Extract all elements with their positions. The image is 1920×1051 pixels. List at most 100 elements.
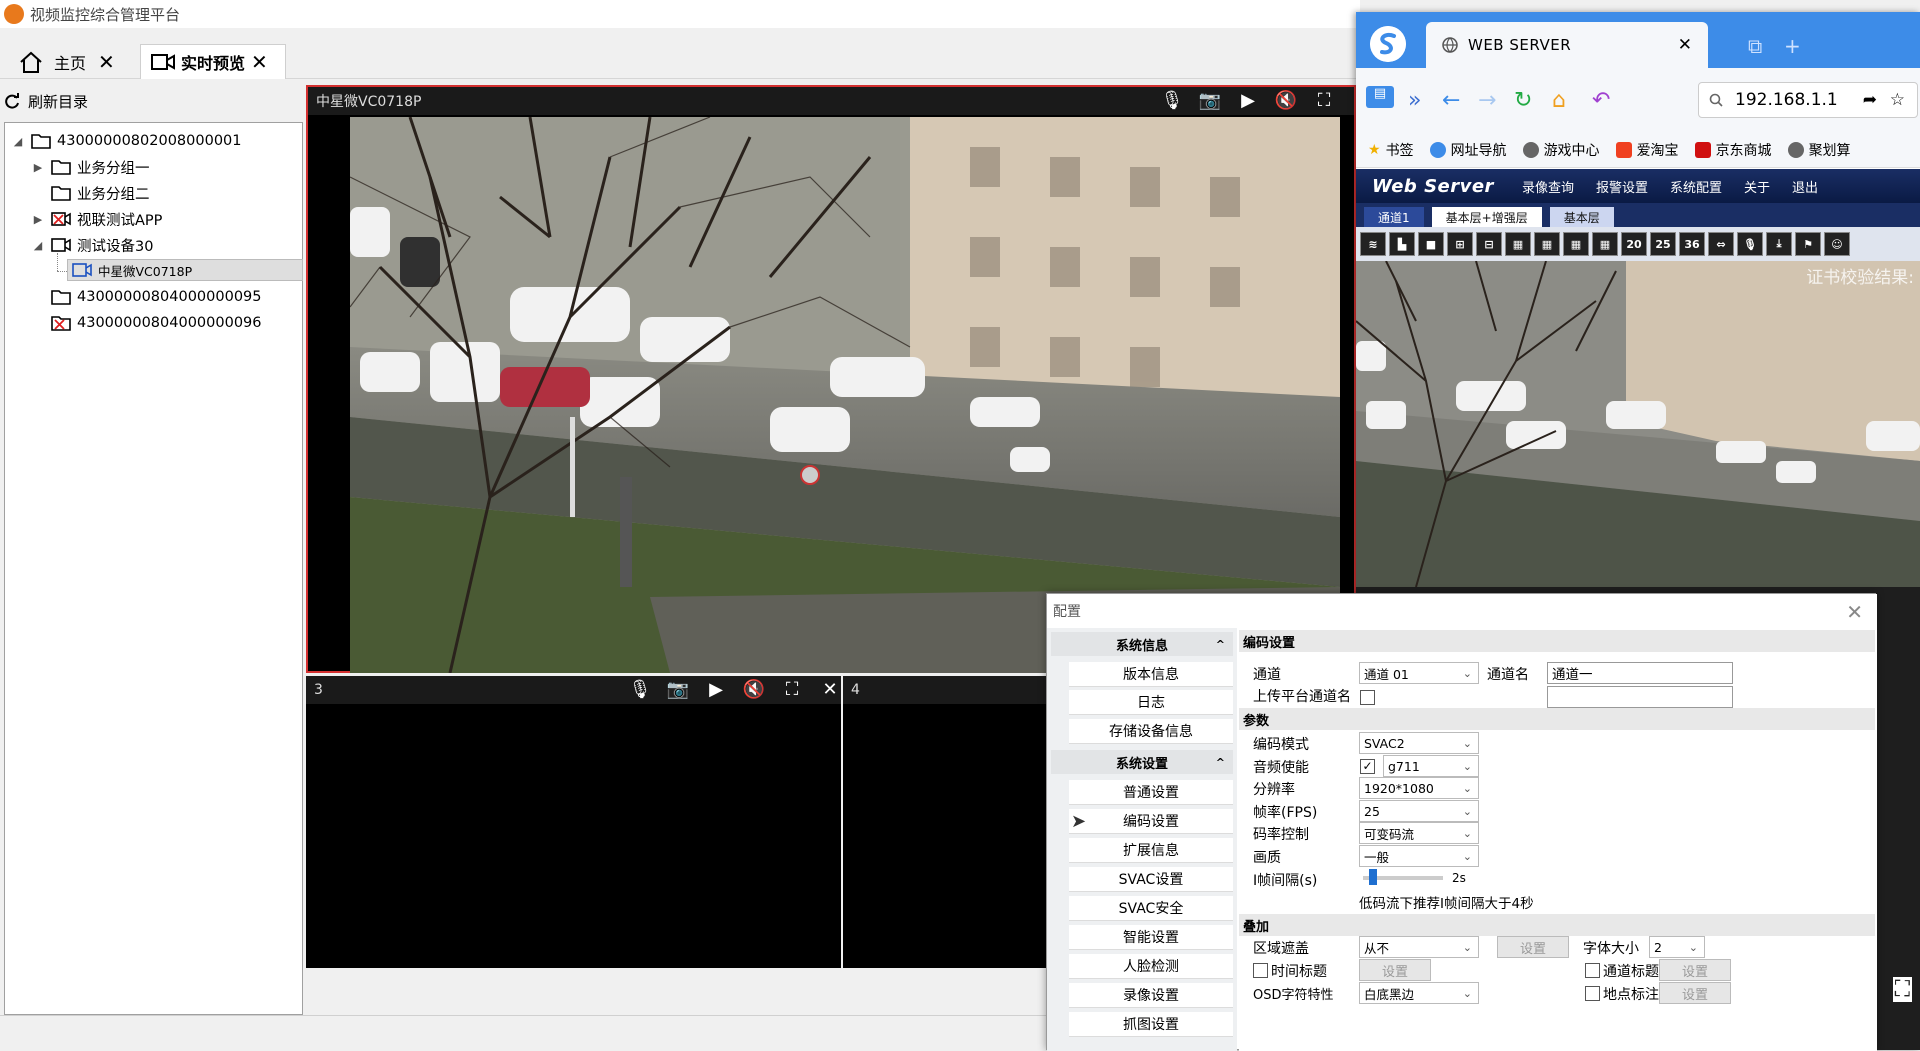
layout-36-button[interactable]: 36	[1679, 232, 1705, 256]
osd-select[interactable]: 白底黑边 ⌄	[1359, 982, 1479, 1004]
group-system-info[interactable]: 系统信息 ^	[1051, 632, 1233, 656]
nav-general-settings[interactable]: 普通设置	[1069, 780, 1233, 805]
share-icon[interactable]: ➦	[1863, 90, 1877, 110]
video-icon[interactable]: ▶	[704, 679, 728, 700]
font-size-select[interactable]: 2 ⌄	[1649, 936, 1705, 958]
nav-svac-settings[interactable]: SVAC设置	[1069, 867, 1233, 892]
config-dialog[interactable]: 配置 ✕ 系统信息 ^ 版本信息 日志 存储设备信息 系统设置 ^ 普通设置 编码设…	[1046, 593, 1877, 1051]
region-mask-set-button[interactable]: 设置	[1497, 936, 1569, 958]
tree-node-camera[interactable]: 中星微VC0718P	[67, 259, 303, 281]
expand-arrow-icon[interactable]: ◢	[31, 239, 45, 252]
tab-home[interactable]: 主页 ✕	[8, 44, 132, 79]
flag-icon[interactable]: ⚑	[1795, 232, 1821, 256]
channel-title-set-button[interactable]: 设置	[1659, 959, 1731, 981]
upload-name-checkbox[interactable]	[1360, 690, 1375, 705]
download-icon[interactable]: ⤓	[1766, 232, 1792, 256]
camera-icon[interactable]: 📷	[1198, 90, 1222, 111]
channel-title-checkbox[interactable]	[1585, 963, 1600, 978]
subtab-base-enhanced[interactable]: 基本层+增强层	[1431, 207, 1542, 227]
layout-8-icon[interactable]: ▦	[1505, 232, 1531, 256]
layout-6-icon[interactable]: ⊟	[1476, 232, 1502, 256]
audio-enable-checkbox[interactable]: ✓	[1360, 759, 1375, 774]
audio-codec-select[interactable]: g711 ⌄	[1383, 755, 1479, 777]
bookmark-item[interactable]: 京东商城	[1694, 140, 1772, 160]
channel-name-input[interactable]: 通道一	[1547, 662, 1733, 684]
nav-snapshot-settings[interactable]: 抓图设置	[1069, 1012, 1233, 1037]
video-icon[interactable]: ▶	[1236, 90, 1260, 111]
close-icon[interactable]: ✕	[1678, 35, 1692, 55]
fit-icon[interactable]: ⇔	[1708, 232, 1734, 256]
resolution-select[interactable]: 1920*1080 ⌄	[1359, 777, 1479, 799]
fps-select[interactable]: 25 ⌄	[1359, 800, 1479, 822]
nav-face-detection[interactable]: 人脸检测	[1069, 954, 1233, 979]
undo-icon[interactable]: ↶	[1592, 88, 1610, 113]
fullscreen-icon[interactable]: ⛶	[1892, 977, 1912, 1002]
collapse-arrow-icon[interactable]: ▶	[31, 161, 45, 174]
layout-16-icon[interactable]: ▦	[1592, 232, 1618, 256]
fullscreen-icon[interactable]: ⛶	[780, 679, 804, 700]
video-pane-main[interactable]: 中星微VC0718P 🎙 📷 ▶ 🔇 ⛶ ✕	[306, 85, 1370, 673]
close-icon[interactable]: ✕	[251, 52, 268, 72]
expand-arrow-icon[interactable]: ◢	[11, 135, 25, 148]
nav-storage-info[interactable]: 存储设备信息	[1069, 719, 1233, 744]
layout-20-button[interactable]: 20	[1621, 232, 1647, 256]
tab-list-icon[interactable]: ⧉	[1748, 34, 1762, 58]
nav-log[interactable]: 日志	[1069, 690, 1233, 715]
browser-tab-webserver[interactable]: WEB SERVER ✕	[1426, 22, 1708, 68]
bookmark-item[interactable]: 网址导航	[1429, 140, 1507, 160]
back-icon[interactable]: ←	[1442, 88, 1460, 113]
address-bar[interactable]: 192.168.1.1 ➦ ☆	[1698, 82, 1918, 118]
nav-record-settings[interactable]: 录像设置	[1069, 983, 1233, 1008]
menu-about[interactable]: 关于	[1744, 177, 1770, 196]
fullscreen-icon[interactable]: ⛶	[1312, 90, 1336, 111]
bookmark-item[interactable]: 聚划算	[1787, 140, 1851, 160]
tree-node-app[interactable]: ▶ 视联测试APP	[31, 207, 162, 231]
layout-1-icon[interactable]: ▙	[1389, 232, 1415, 256]
bitrate-control-select[interactable]: 可变码流 ⌄	[1359, 822, 1479, 844]
nav-version-info[interactable]: 版本信息	[1069, 662, 1233, 687]
video-pane-3[interactable]: 3 🎙 📷 ▶ 🔇 ⛶ ✕	[306, 676, 841, 968]
nav-extended-info[interactable]: 扩展信息	[1069, 838, 1233, 863]
encode-mode-select[interactable]: SVAC2 ⌄	[1359, 732, 1479, 754]
group-system-settings[interactable]: 系统设置 ^	[1051, 750, 1233, 774]
location-label-checkbox[interactable]	[1585, 986, 1600, 1001]
layout-single-icon[interactable]: ■	[1418, 232, 1444, 256]
tree-node-root[interactable]: ◢ 43000000802008000001	[11, 129, 242, 153]
mic-off-icon[interactable]: 🎙	[1160, 90, 1184, 111]
time-title-set-button[interactable]: 设置	[1359, 959, 1431, 981]
device-tree[interactable]: ◢ 43000000802008000001 ▶ 业务分组一 业务分组二 ▶ 视…	[4, 122, 303, 1015]
layout-4-icon[interactable]: ⊞	[1447, 232, 1473, 256]
bookmark-item[interactable]: ★ 书签	[1368, 140, 1414, 160]
nav-encoding-settings[interactable]: 编码设置	[1069, 809, 1233, 834]
tree-node-group1[interactable]: ▶ 业务分组一	[31, 155, 150, 179]
quality-select[interactable]: 一般 ⌄	[1359, 845, 1479, 867]
channel-select[interactable]: 通道 01 ⌄	[1359, 662, 1479, 684]
home-icon[interactable]: ⌂	[1552, 88, 1566, 113]
double-chevron-icon[interactable]: »	[1408, 88, 1421, 113]
close-icon[interactable]: ✕	[1846, 600, 1863, 624]
menu-system-config[interactable]: 系统配置	[1670, 177, 1722, 196]
layout-9-icon[interactable]: ▦	[1534, 232, 1560, 256]
slider-handle[interactable]	[1368, 869, 1377, 885]
mute-icon[interactable]: 🔇	[742, 679, 766, 700]
close-icon[interactable]: ✕	[818, 679, 842, 700]
tree-node-group2[interactable]: 业务分组二	[31, 181, 150, 205]
bookmark-item[interactable]: 游戏中心	[1522, 140, 1600, 160]
region-mask-select[interactable]: 从不 ⌄	[1359, 936, 1479, 958]
location-set-button[interactable]: 设置	[1659, 982, 1731, 1004]
mute-icon[interactable]: 🔇	[1274, 90, 1298, 111]
layout-25-button[interactable]: 25	[1650, 232, 1676, 256]
tree-node-096[interactable]: 43000000804000000096	[31, 311, 262, 335]
reload-icon[interactable]: ↻	[1514, 88, 1532, 113]
subtab-channel1[interactable]: 通道1	[1364, 207, 1424, 227]
tree-node-device30[interactable]: ◢ 测试设备30	[31, 233, 153, 257]
time-title-checkbox[interactable]	[1253, 963, 1268, 978]
subtab-base[interactable]: 基本层	[1549, 207, 1614, 227]
new-tab-icon[interactable]: +	[1784, 34, 1801, 58]
tree-node-095[interactable]: 43000000804000000095	[31, 285, 262, 309]
refresh-directory-button[interactable]: 刷新目录	[4, 86, 304, 116]
stream-icon[interactable]: ≋	[1360, 232, 1386, 256]
upload-name-input[interactable]	[1547, 686, 1733, 708]
menu-logout[interactable]: 退出	[1792, 177, 1818, 196]
layout-12-icon[interactable]: ▦	[1563, 232, 1589, 256]
